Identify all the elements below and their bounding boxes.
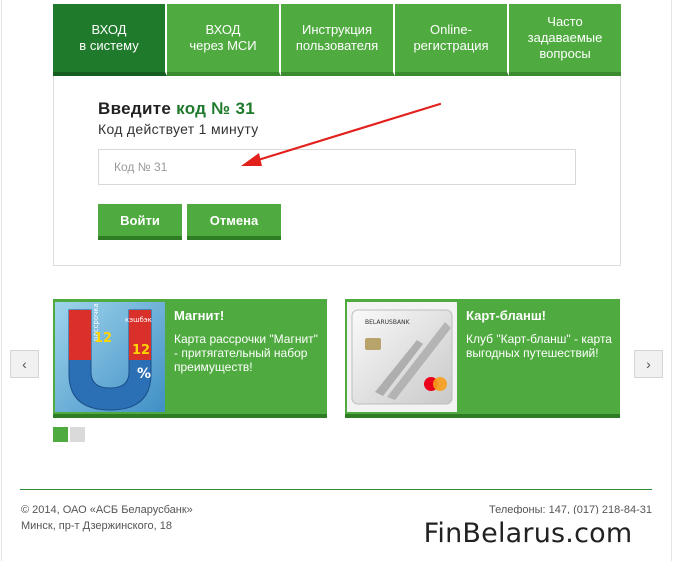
code-heading-prefix: Введите xyxy=(98,99,172,118)
kart-blansh-card-image: BELARUSBANK xyxy=(347,302,457,412)
tab-online-registration-line2: регистрация xyxy=(413,38,489,53)
promo-card-title: Магнит! xyxy=(174,308,225,323)
tab-online-registration-line1: Online- xyxy=(430,22,472,37)
magnit-image-text-percent: % xyxy=(137,366,151,382)
tab-login-msi-line2: через МСИ xyxy=(189,38,257,53)
footer-info: © 2014, ОАО «АСБ Беларусбанк» Минск, пр-… xyxy=(21,502,193,534)
footer-divider xyxy=(20,489,652,490)
main-tabs: ВХОД в систему ВХОД через МСИ Инструкция по… xyxy=(53,4,621,84)
tab-faq-line2: задаваемые xyxy=(527,30,603,45)
carousel-dot-2[interactable] xyxy=(70,427,85,442)
tab-user-guide[interactable]: Инструкция пользователя xyxy=(281,4,395,76)
tab-login-line2: в систему xyxy=(79,38,139,53)
watermark: FinBelarus.com xyxy=(393,514,663,554)
code-entry-panel: Введите код № 31 Код действует 1 минуту … xyxy=(53,76,621,266)
tab-faq-line3: вопросы xyxy=(539,46,591,61)
tab-user-guide-line2: пользователя xyxy=(295,38,379,53)
promo-card-title: Карт-бланш! xyxy=(466,308,546,323)
magnit-image-text-12b: 12 xyxy=(132,343,150,358)
tab-faq-line1: Часто xyxy=(547,14,583,29)
cancel-button[interactable]: Отмена xyxy=(187,204,281,240)
tab-online-registration[interactable]: Online-регистрация xyxy=(395,4,509,76)
tab-login-msi-line1: ВХОД xyxy=(205,22,241,37)
footer-copyright: © 2014, ОАО «АСБ Беларусбанк» xyxy=(21,504,193,516)
carousel-next-button[interactable]: › xyxy=(634,350,663,378)
promo-card-magnit[interactable]: рассрочка 12 12 кэшбэк % Магнит! Карта р… xyxy=(53,299,327,418)
promo-card-text: Карта рассрочки "Магнит" - притягательны… xyxy=(174,332,318,374)
footer-address: Минск, пр-т Дзержинского, 18 xyxy=(21,520,172,532)
tab-user-guide-line1: Инструкция xyxy=(301,22,372,37)
magnit-image-text-12a: 12 xyxy=(94,331,112,346)
chevron-right-icon: › xyxy=(646,356,651,372)
tab-faq[interactable]: Часто задаваемые вопросы xyxy=(509,4,621,76)
tab-login-line1: ВХОД xyxy=(91,22,127,37)
carousel-dot-1[interactable] xyxy=(53,427,68,442)
promo-card-text: Клуб "Карт-бланш" - карта выгодных путеш… xyxy=(466,332,612,360)
chevron-left-icon: ‹ xyxy=(22,356,27,372)
carousel-pagination xyxy=(53,427,85,442)
code-input[interactable] xyxy=(98,149,576,185)
tab-login[interactable]: ВХОД в систему xyxy=(53,4,167,84)
magnit-image-text-cashback: кэшбэк xyxy=(125,316,152,324)
promo-card-kart-blansh[interactable]: BELARUSBANK Карт-бланш! Клуб "Карт-бланш… xyxy=(345,299,620,418)
code-heading-code: код № 31 xyxy=(176,99,256,118)
carousel-prev-button[interactable]: ‹ xyxy=(10,350,39,378)
magnit-card-image: рассрочка 12 12 кэшбэк % xyxy=(55,302,165,412)
code-validity-text: Код действует 1 минуту xyxy=(98,121,259,137)
login-button[interactable]: Войти xyxy=(98,204,182,240)
code-heading: Введите код № 31 xyxy=(98,99,255,119)
kart-blansh-image-bank-name: BELARUSBANK xyxy=(365,319,411,326)
tab-login-msi[interactable]: ВХОД через МСИ xyxy=(167,4,281,76)
